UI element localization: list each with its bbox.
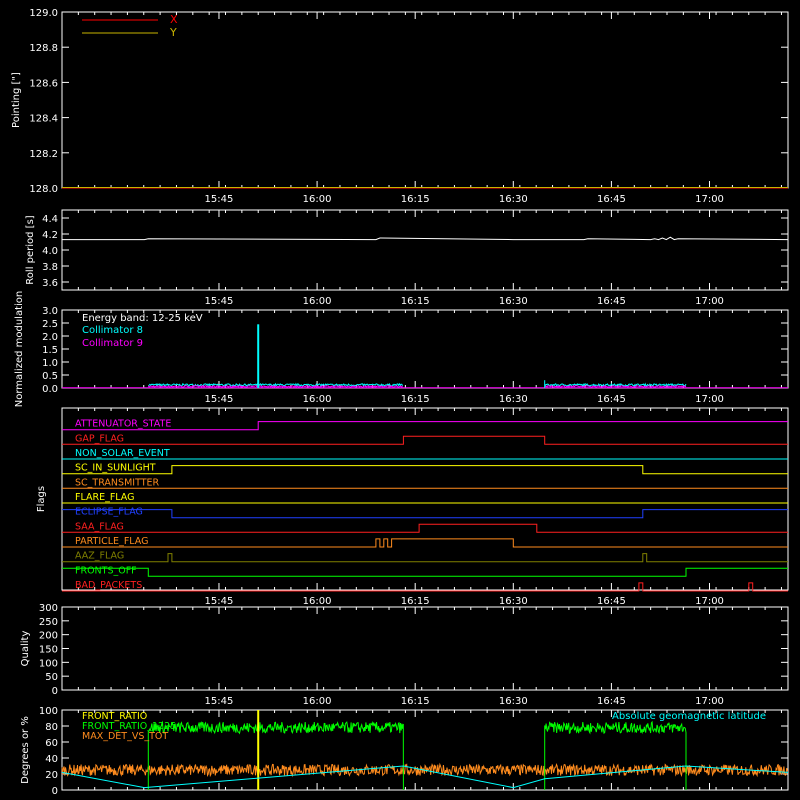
legend-label: Collimator 8: [82, 325, 143, 336]
flag-label: SC_TRANSMITTER: [75, 477, 160, 488]
y-tick-label: 2.0: [42, 332, 58, 343]
flag-label: NON_SOLAR_EVENT: [75, 448, 170, 459]
y-axis-label: Degrees or %: [20, 716, 31, 784]
flag-label: BAD_PACKETS: [75, 580, 142, 591]
time-tick-label: 15:45: [205, 296, 234, 307]
y-tick-label: 2.5: [42, 319, 58, 330]
time-tick-label: 16:15: [401, 696, 430, 707]
y-tick-label: 3.0: [42, 306, 58, 317]
time-tick-label: 16:30: [499, 696, 528, 707]
flag-label: SC_IN_SUNLIGHT: [75, 463, 156, 474]
y-tick-label: 128.4: [29, 114, 58, 125]
geomagnetic-annotation: Absolute geomagnetic latitude: [612, 711, 766, 722]
time-tick-label: 16:30: [499, 394, 528, 405]
y-tick-label: 0.5: [42, 371, 58, 382]
y-tick-label: 200: [39, 631, 58, 642]
legend-label: MAX_DET_VS_TOT: [82, 731, 168, 742]
time-tick-label: 17:00: [695, 194, 724, 205]
time-tick-label: 16:00: [303, 194, 332, 205]
y-axis-label: Roll period [s]: [25, 215, 36, 284]
y-tick-label: 128.0: [29, 184, 58, 195]
y-tick-label: 40: [45, 754, 58, 765]
y-tick-label: 100: [39, 706, 58, 717]
y-tick-label: 80: [45, 722, 58, 733]
y-tick-label: 3.6: [42, 278, 58, 289]
y-tick-label: 128.2: [29, 149, 58, 160]
flag-label: ECLIPSE_FLAG: [75, 507, 143, 518]
time-tick-label: 16:15: [401, 596, 430, 607]
flag-label: ATTENUATOR_STATE: [75, 419, 171, 430]
flag-label: PARTICLE_FLAG: [75, 536, 148, 547]
time-tick-label: 17:00: [695, 394, 724, 405]
y-tick-label: 300: [39, 603, 58, 614]
time-tick-label: 15:45: [205, 696, 234, 707]
time-tick-label: 17:00: [695, 696, 724, 707]
y-tick-label: 150: [39, 645, 58, 656]
y-axis-label: Pointing ["]: [11, 72, 22, 128]
time-tick-label: 16:15: [401, 194, 430, 205]
time-tick-label: 15:45: [205, 596, 234, 607]
flag-label: GAP_FLAG: [75, 433, 124, 444]
flag-label: FRONTS_OFF: [75, 565, 137, 576]
flag-label: SAA_FLAG: [75, 521, 124, 532]
time-tick-label: 16:45: [597, 394, 626, 405]
time-tick-label: 17:00: [695, 296, 724, 307]
y-tick-label: 4.0: [42, 246, 58, 257]
time-tick-label: 16:45: [597, 194, 626, 205]
y-tick-label: 20: [45, 770, 58, 781]
y-tick-label: 4.4: [42, 214, 58, 225]
time-tick-label: 16:45: [597, 596, 626, 607]
y-axis-label: Normalized modulation: [14, 291, 25, 408]
y-tick-label: 1.0: [42, 358, 58, 369]
y-tick-label: 0: [52, 786, 58, 797]
legend-label: X: [170, 13, 178, 26]
time-tick-label: 15:45: [205, 194, 234, 205]
y-axis-label: Quality: [20, 631, 31, 667]
time-tick-label: 16:45: [597, 696, 626, 707]
y-tick-label: 0: [52, 686, 58, 697]
flag-label: AAZ_FLAG: [75, 551, 124, 562]
y-tick-label: 3.8: [42, 262, 58, 273]
y-tick-label: 129.0: [29, 8, 58, 19]
y-tick-label: 128.6: [29, 78, 58, 89]
time-tick-label: 16:00: [303, 596, 332, 607]
y-tick-label: 128.8: [29, 43, 58, 54]
y-tick-label: 1.5: [42, 345, 58, 356]
time-tick-label: 16:00: [303, 296, 332, 307]
hessi-summary-chart: 15:45 16:00 16:15 16:30 16:45 17:00 128.0 128.2…: [0, 0, 800, 800]
y-tick-label: 50: [45, 672, 58, 683]
time-tick-label: 16:00: [303, 696, 332, 707]
time-tick-label: 16:15: [401, 296, 430, 307]
y-tick-label: 60: [45, 738, 58, 749]
y-tick-label: 100: [39, 658, 58, 669]
flag-label: FLARE_FLAG: [75, 492, 135, 503]
energy-band-label: Energy band: 12-25 keV: [82, 313, 203, 324]
y-tick-label: 250: [39, 617, 58, 628]
legend-label: Y: [169, 26, 177, 39]
time-tick-label: 16:00: [303, 394, 332, 405]
time-tick-label: 16:15: [401, 394, 430, 405]
time-tick-label: 16:30: [499, 296, 528, 307]
legend-label: Collimator 9: [82, 338, 143, 349]
time-tick-label: 16:30: [499, 194, 528, 205]
y-tick-label: 0.0: [42, 384, 58, 395]
time-tick-label: 16:30: [499, 596, 528, 607]
time-tick-label: 17:00: [695, 596, 724, 607]
y-tick-label: 4.2: [42, 230, 58, 241]
time-tick-label: 16:45: [597, 296, 626, 307]
time-tick-label: 15:45: [205, 394, 234, 405]
y-axis-label: Flags: [36, 486, 47, 512]
